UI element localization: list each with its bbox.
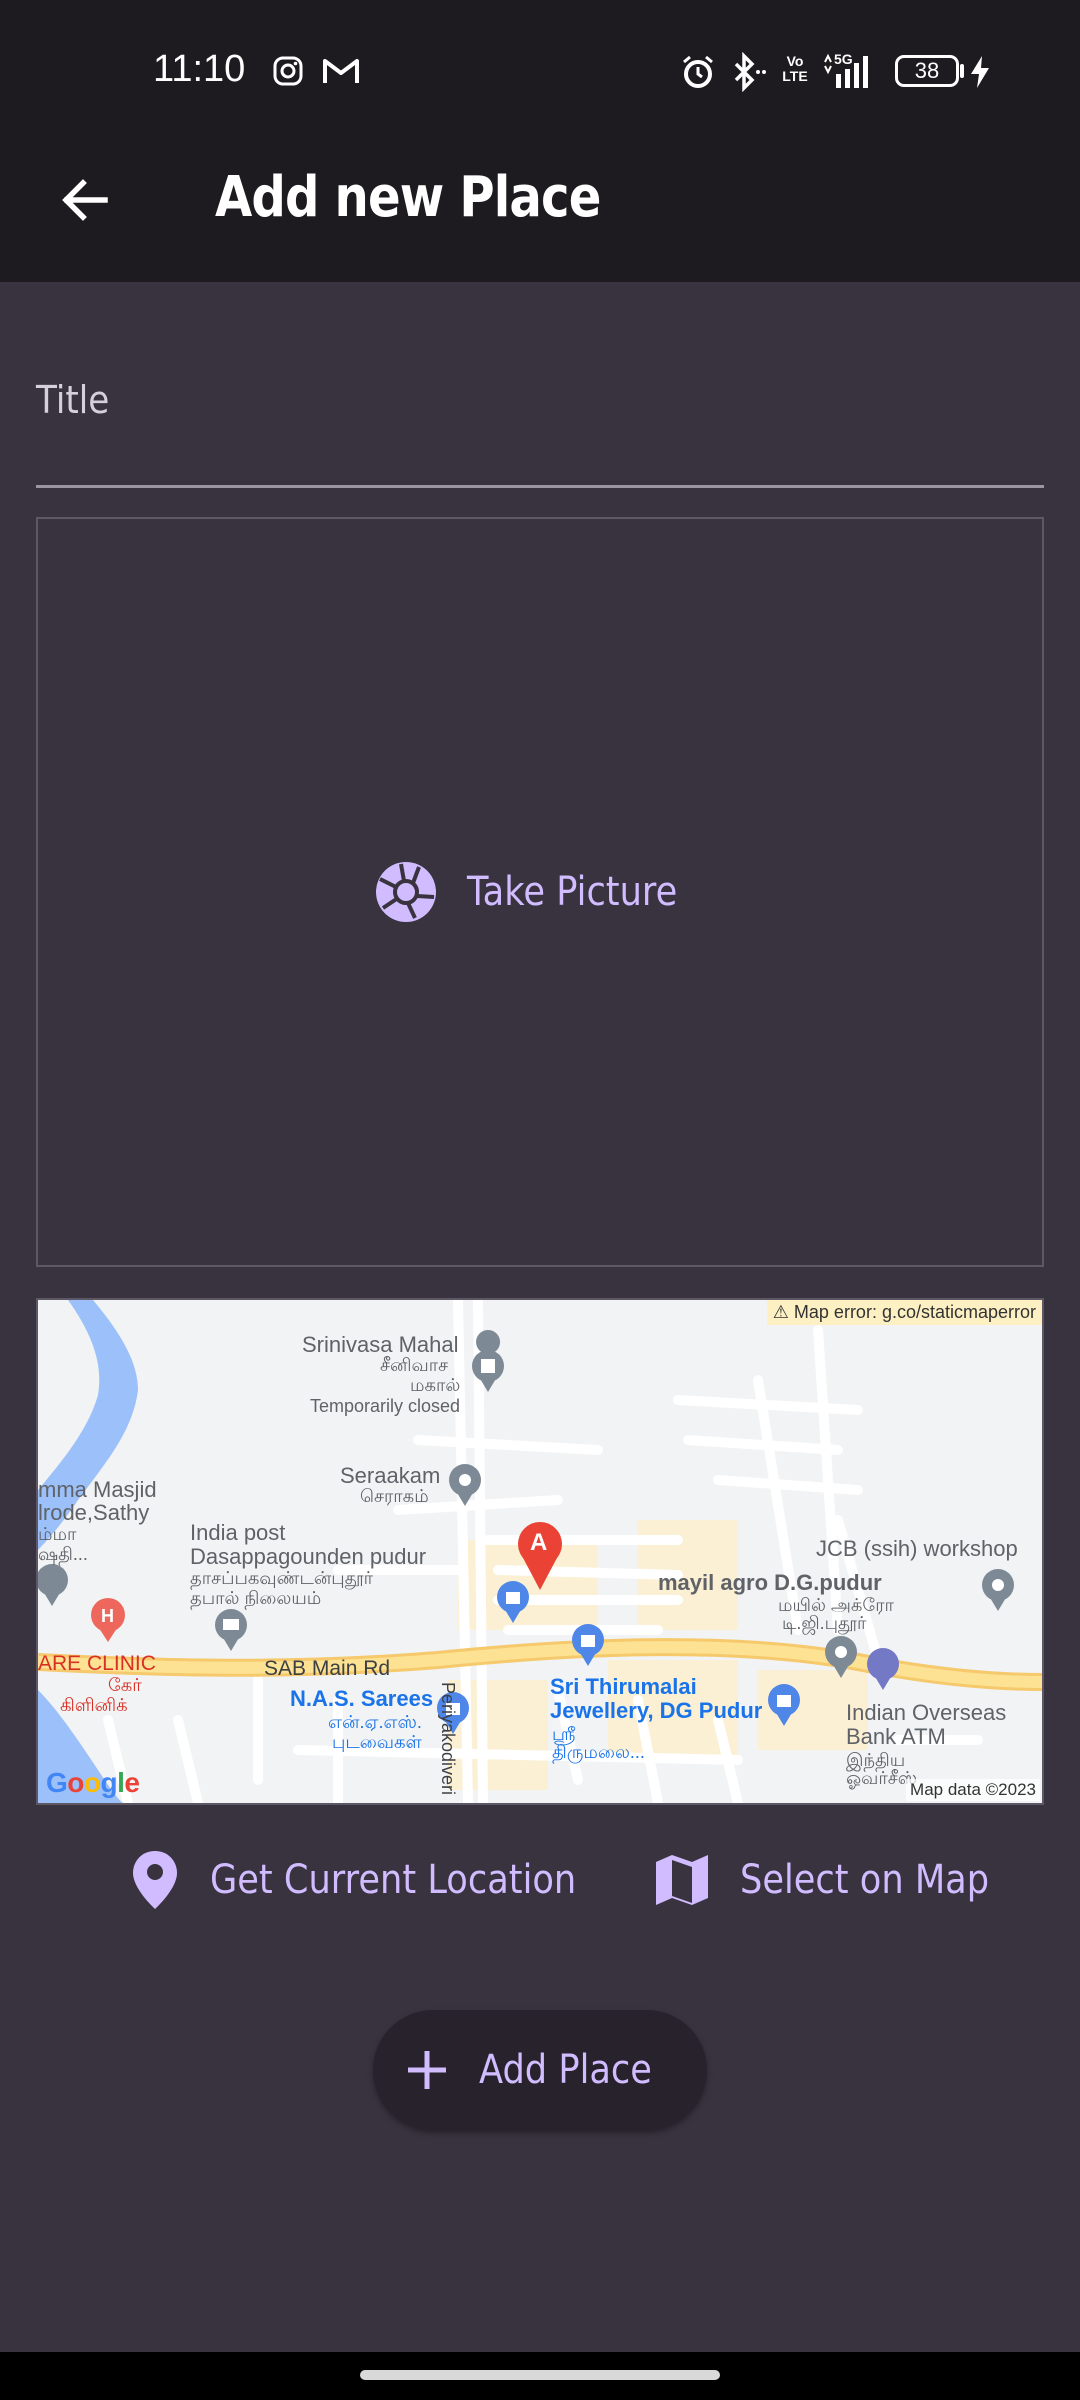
- alarm-icon: [683, 55, 713, 88]
- status-time: 11:10: [153, 48, 246, 90]
- picture-preview-box: Take Picture: [36, 517, 1044, 1267]
- take-picture-label: Take Picture: [466, 869, 677, 915]
- bluetooth-icon: [734, 52, 766, 92]
- instagram-icon: [273, 56, 303, 86]
- map-label: Bank ATM: [846, 1724, 946, 1749]
- location-pin-icon: [133, 1851, 177, 1909]
- map-label: டி.ஜி.புதூர்: [782, 1613, 867, 1633]
- map-label: SAB Main Rd: [264, 1657, 391, 1680]
- add-place-label: Add Place: [478, 2047, 652, 2093]
- map-label: Temporarily closed: [310, 1396, 461, 1416]
- map-label: Periyakodiveri: [438, 1682, 458, 1796]
- title-label: Title: [36, 378, 110, 422]
- take-picture-button[interactable]: Take Picture: [375, 861, 706, 923]
- map-label: புடவைகள்: [332, 1732, 422, 1752]
- map-label: mayil agro D.G.pudur: [658, 1570, 882, 1595]
- signal-icon: 5G: [824, 52, 868, 88]
- map-label: மகால்: [410, 1375, 461, 1395]
- plus-icon: [407, 2051, 446, 2089]
- battery-level: 38: [914, 58, 940, 83]
- map-label: India post: [190, 1520, 286, 1545]
- camera-shutter-icon: [375, 862, 436, 922]
- map-label: Indian Overseas: [846, 1700, 1007, 1725]
- add-place-button[interactable]: Add Place: [373, 2010, 707, 2130]
- map-label: ஷதி...: [38, 1544, 88, 1564]
- get-current-location-label: Get Current Location: [210, 1857, 577, 1903]
- map-error-banner: ⚠ Map error: g.co/staticmaperror: [766, 1300, 1042, 1325]
- svg-text:H: H: [101, 1606, 114, 1626]
- map-label: Dasappagounden pudur: [190, 1544, 427, 1569]
- get-current-location-button[interactable]: Get Current Location: [130, 1835, 626, 1925]
- back-button[interactable]: [40, 150, 130, 250]
- charging-icon: [971, 56, 989, 88]
- status-bar: 11:10 Vo LTE 5G 38: [0, 0, 1080, 140]
- map-label: lrode,Sathy: [38, 1500, 150, 1525]
- map-label: கிளினிக்: [60, 1695, 128, 1715]
- battery-icon: 38: [895, 55, 959, 87]
- page-title: Add new Place: [215, 165, 601, 230]
- map-label: ARE CLINIC: [38, 1652, 156, 1675]
- map-label: N.A.S. Sarees: [290, 1686, 434, 1711]
- gmail-icon: [323, 59, 359, 83]
- map-label: Sri Thirumalai: [550, 1674, 697, 1699]
- map-marker-label: A: [530, 1529, 548, 1556]
- map-label: திருமலை...: [552, 1742, 645, 1762]
- select-on-map-button[interactable]: Select on Map: [654, 1835, 1023, 1925]
- navigation-bar: [0, 2352, 1080, 2400]
- map-label: Jewellery, DG Pudur: [550, 1698, 763, 1723]
- battery-tip: [960, 64, 964, 78]
- map-icon: [656, 1855, 708, 1905]
- map-label: செராகம்: [360, 1486, 429, 1506]
- map-attribution: Map data ©2023: [906, 1779, 1040, 1801]
- map-preview: H A Srinivasa Mahal சீனிவாச மகால் Tempor…: [36, 1298, 1044, 1805]
- select-on-map-label: Select on Map: [740, 1857, 990, 1903]
- arrow-back-icon: [62, 179, 108, 221]
- google-logo: Google: [46, 1767, 140, 1798]
- network-label: 5G: [834, 52, 853, 67]
- volte-icon: Vo LTE: [782, 53, 808, 84]
- home-gesture-handle[interactable]: [360, 2370, 720, 2380]
- map-label: தபால் நிலையம்: [190, 1588, 322, 1608]
- title-input[interactable]: Title: [36, 360, 1044, 488]
- map-label: JCB (ssih) workshop: [816, 1536, 1018, 1561]
